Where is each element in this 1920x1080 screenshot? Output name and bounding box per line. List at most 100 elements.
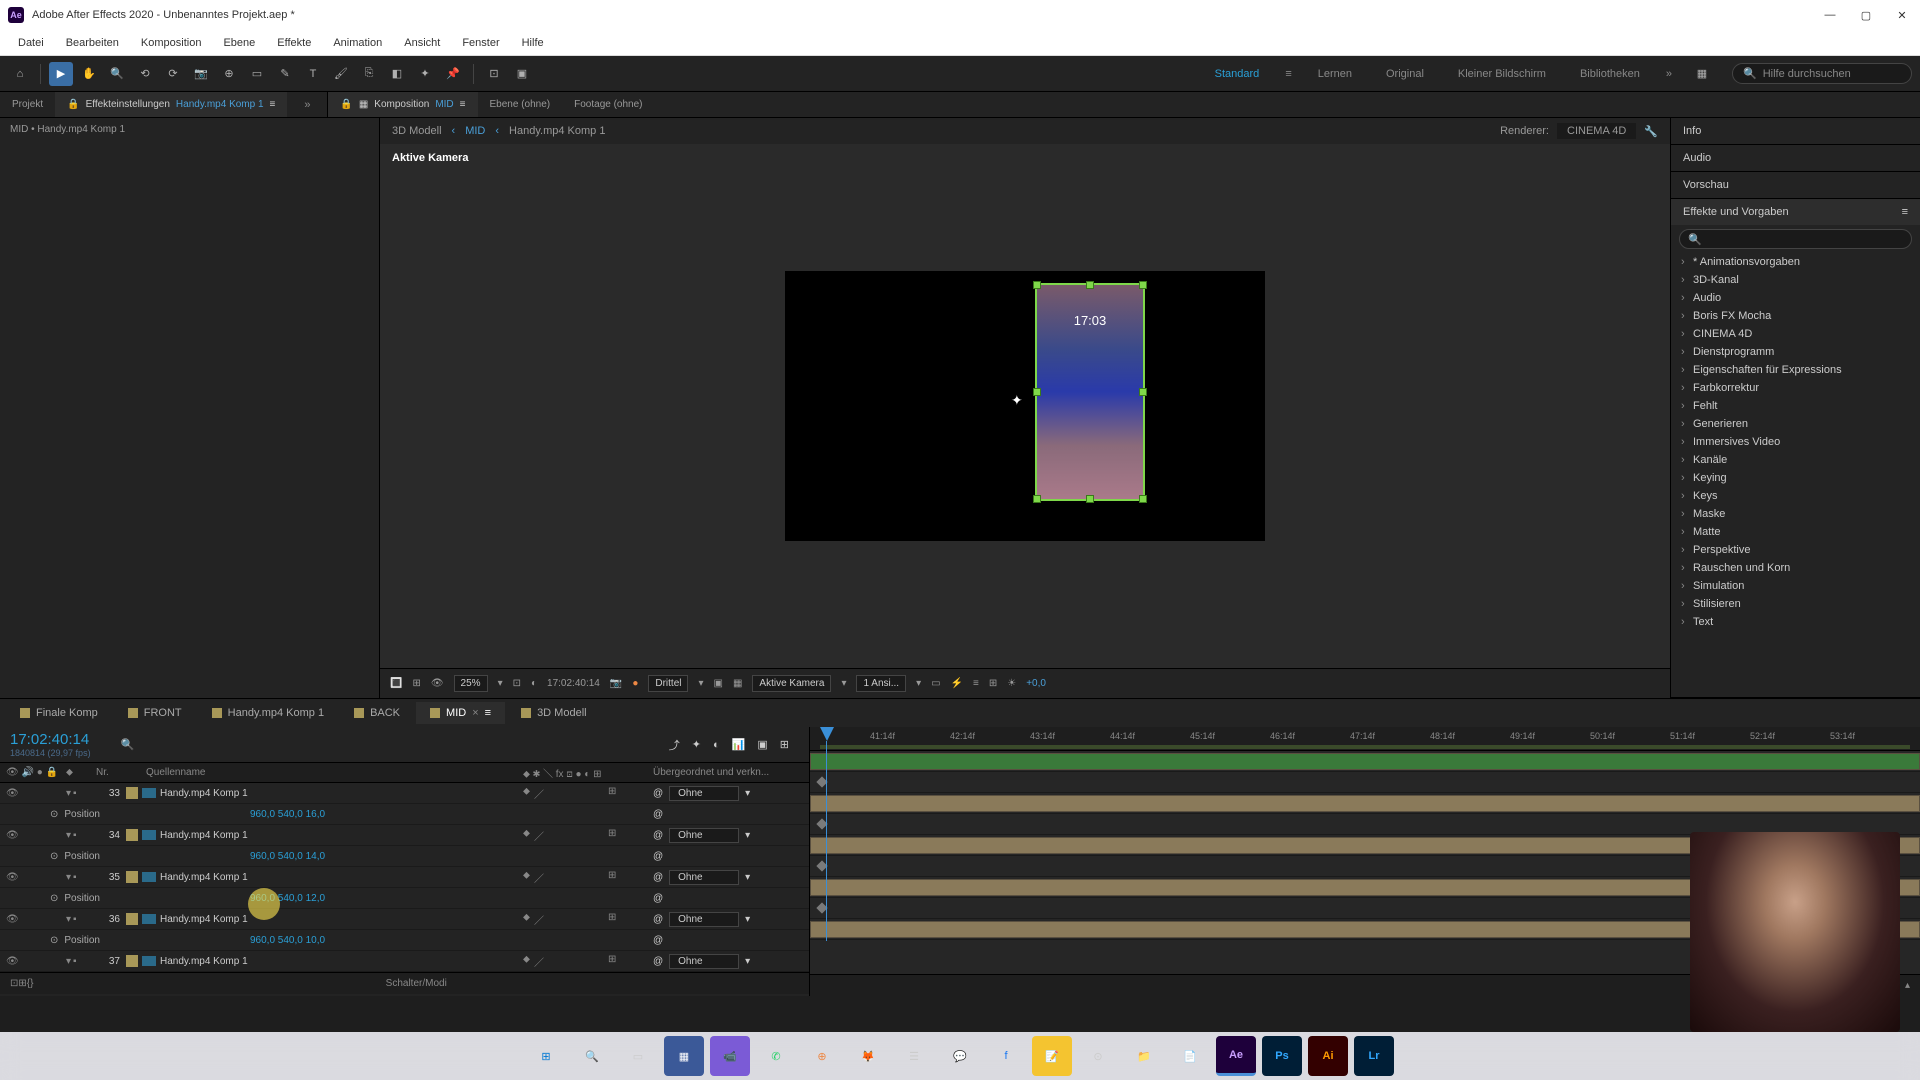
taskbar-search[interactable]: 🔍	[572, 1036, 612, 1076]
exposure-icon[interactable]: ☀	[1007, 678, 1016, 689]
menu-datei[interactable]: Datei	[8, 34, 54, 52]
chevron-down-icon[interactable]: ▾	[916, 678, 921, 689]
effect-category[interactable]: Kanäle	[1671, 451, 1920, 469]
viewer-time[interactable]: 17:02:40:14	[547, 678, 600, 689]
fill-toggle[interactable]: ▣	[510, 62, 534, 86]
chevron-down-icon[interactable]: ▾	[745, 830, 750, 841]
parent-select[interactable]: Ohne	[669, 828, 739, 843]
layer-row[interactable]: 👁 ▾▪ 33 Handy.mp4 Komp 1 ⬥ ／ ⊞ @Ohne▾	[0, 783, 809, 804]
effect-category[interactable]: Audio	[1671, 289, 1920, 307]
panel-menu-icon[interactable]: ≡	[270, 99, 276, 110]
pickwhip-icon[interactable]: @	[653, 872, 663, 883]
property-value[interactable]: 960,0 540,0 14,0	[250, 851, 325, 862]
menu-animation[interactable]: Animation	[323, 34, 392, 52]
pickwhip-icon[interactable]: @	[653, 830, 663, 841]
effect-category[interactable]: Immersives Video	[1671, 433, 1920, 451]
property-row[interactable]: ⊙ Position 960,0 540,0 12,0 @	[0, 888, 809, 909]
home-tool[interactable]: ⌂	[8, 62, 32, 86]
menu-bearbeiten[interactable]: Bearbeiten	[56, 34, 129, 52]
time-icon[interactable]: ◐	[531, 678, 537, 689]
renderer-value[interactable]: CINEMA 4D	[1557, 123, 1636, 139]
pickwhip-icon[interactable]: @	[653, 893, 663, 904]
toggle-switches-icon[interactable]: ⊡	[10, 978, 18, 989]
bc-3d-modell[interactable]: 3D Modell	[392, 125, 442, 137]
visibility-icon[interactable]: 👁	[6, 788, 19, 799]
effect-category[interactable]: Farbkorrektur	[1671, 379, 1920, 397]
effect-category[interactable]: Fehlt	[1671, 397, 1920, 415]
wrench-icon[interactable]: 🔧	[1644, 125, 1658, 138]
panel-menu-icon[interactable]: ≡	[1902, 206, 1908, 218]
effect-category[interactable]: CINEMA 4D	[1671, 325, 1920, 343]
brush-tool[interactable]: 🖌	[329, 62, 353, 86]
effect-category[interactable]: Rauschen und Korn	[1671, 559, 1920, 577]
zoom-in-icon[interactable]: ▴	[1905, 980, 1910, 991]
taskbar-whatsapp[interactable]: ✆	[756, 1036, 796, 1076]
col-nr[interactable]: Nr.	[96, 767, 126, 778]
property-row[interactable]: ⊙ Position 960,0 540,0 10,0 @	[0, 930, 809, 951]
effects-panel[interactable]: Effekte und Vorgaben ≡	[1671, 199, 1920, 225]
help-search[interactable]: 🔍 Hilfe durchsuchen	[1732, 63, 1912, 84]
resolution-select[interactable]: Drittel	[648, 675, 688, 692]
property-row[interactable]: ⊙ Position 960,0 540,0 14,0 @	[0, 846, 809, 867]
workspace-menu-icon[interactable]: ≡	[1285, 68, 1291, 80]
effect-category[interactable]: * Animationsvorgaben	[1671, 253, 1920, 271]
layer-bar[interactable]	[810, 751, 1920, 772]
effect-category[interactable]: Eigenschaften für Expressions	[1671, 361, 1920, 379]
effect-category[interactable]: Text	[1671, 613, 1920, 631]
transform-handle[interactable]	[1033, 388, 1041, 396]
pickwhip-icon[interactable]: @	[653, 809, 663, 820]
comp-tab[interactable]: Handy.mp4 Komp 1	[198, 702, 338, 724]
taskbar-facebook[interactable]: f	[986, 1036, 1026, 1076]
taskbar-app[interactable]: 📹	[710, 1036, 750, 1076]
layer-bar[interactable]	[810, 793, 1920, 814]
text-tool[interactable]: T	[301, 62, 325, 86]
chevron-down-icon[interactable]: ▾	[745, 914, 750, 925]
label-icon[interactable]: ▪	[73, 830, 77, 841]
orbit-tool[interactable]: ⟲	[133, 62, 157, 86]
workspace-standard[interactable]: Standard	[1207, 64, 1268, 84]
menu-hilfe[interactable]: Hilfe	[512, 34, 554, 52]
layer-row[interactable]: 👁 ▾▪ 36 Handy.mp4 Komp 1 ⬥ ／ ⊞ @Ohne▾	[0, 909, 809, 930]
taskbar-messenger[interactable]: 💬	[940, 1036, 980, 1076]
effect-category[interactable]: Maske	[1671, 505, 1920, 523]
tab-layer[interactable]: Ebene (ohne)	[478, 92, 563, 117]
tab-composition[interactable]: 🔒 ▦ Komposition MID ≡	[328, 92, 477, 117]
effect-category[interactable]: Boris FX Mocha	[1671, 307, 1920, 325]
layer-row[interactable]: 👁 ▾▪ 34 Handy.mp4 Komp 1 ⬥ ／ ⊞ @Ohne▾	[0, 825, 809, 846]
chevron-down-icon[interactable]: ▾	[498, 678, 503, 689]
label-icon[interactable]: ▪	[73, 872, 77, 883]
magnification-icon[interactable]: 🔳	[390, 678, 402, 689]
taskbar-app[interactable]: 📝	[1032, 1036, 1072, 1076]
chevron-down-icon[interactable]: ▾	[745, 788, 750, 799]
info-panel[interactable]: Info	[1671, 118, 1920, 144]
taskbar-notepad[interactable]: 📄	[1170, 1036, 1210, 1076]
composition-canvas[interactable]: 17:03 ✦	[785, 271, 1265, 541]
transform-handle[interactable]	[1086, 495, 1094, 503]
transform-handle[interactable]	[1139, 388, 1147, 396]
label-icon[interactable]: ▪	[73, 956, 77, 967]
chevron-down-icon[interactable]: ▾	[841, 678, 846, 689]
chevron-down-icon[interactable]: ▾	[745, 956, 750, 967]
maximize-button[interactable]: ▢	[1856, 5, 1876, 25]
view-select[interactable]: Aktive Kamera	[752, 675, 831, 692]
taskbar-photoshop[interactable]: Ps	[1262, 1036, 1302, 1076]
visibility-icon[interactable]: 👁	[6, 956, 19, 967]
views-count[interactable]: 1 Ansi...	[856, 675, 906, 692]
close-icon[interactable]: ×	[472, 707, 478, 719]
menu-fenster[interactable]: Fenster	[452, 34, 509, 52]
transparency-icon[interactable]: ▦	[733, 678, 742, 689]
panel-menu-icon[interactable]: ≡	[485, 707, 491, 719]
time-ruler[interactable]: 41:14f42:14f43:14f44:14f45:14f46:14f47:1…	[810, 727, 1920, 751]
workspace-bibliotheken[interactable]: Bibliotheken	[1572, 64, 1648, 84]
workspace-kleiner[interactable]: Kleiner Bildschirm	[1450, 64, 1554, 84]
stopwatch-icon[interactable]: ⊙	[50, 935, 58, 946]
twirl-icon[interactable]: ▾	[66, 830, 71, 841]
label-icon[interactable]: ▪	[73, 914, 77, 925]
transform-handle[interactable]	[1033, 281, 1041, 289]
twirl-icon[interactable]: ▾	[66, 788, 71, 799]
motion-blur-icon[interactable]: ◐	[713, 739, 720, 751]
selection-tool[interactable]: ▶	[49, 62, 73, 86]
panel-menu-icon[interactable]: ≡	[460, 99, 466, 110]
layer-row[interactable]: 👁 ▾▪ 35 Handy.mp4 Komp 1 ⬥ ／ ⊞ @Ohne▾	[0, 867, 809, 888]
eraser-tool[interactable]: ◧	[385, 62, 409, 86]
